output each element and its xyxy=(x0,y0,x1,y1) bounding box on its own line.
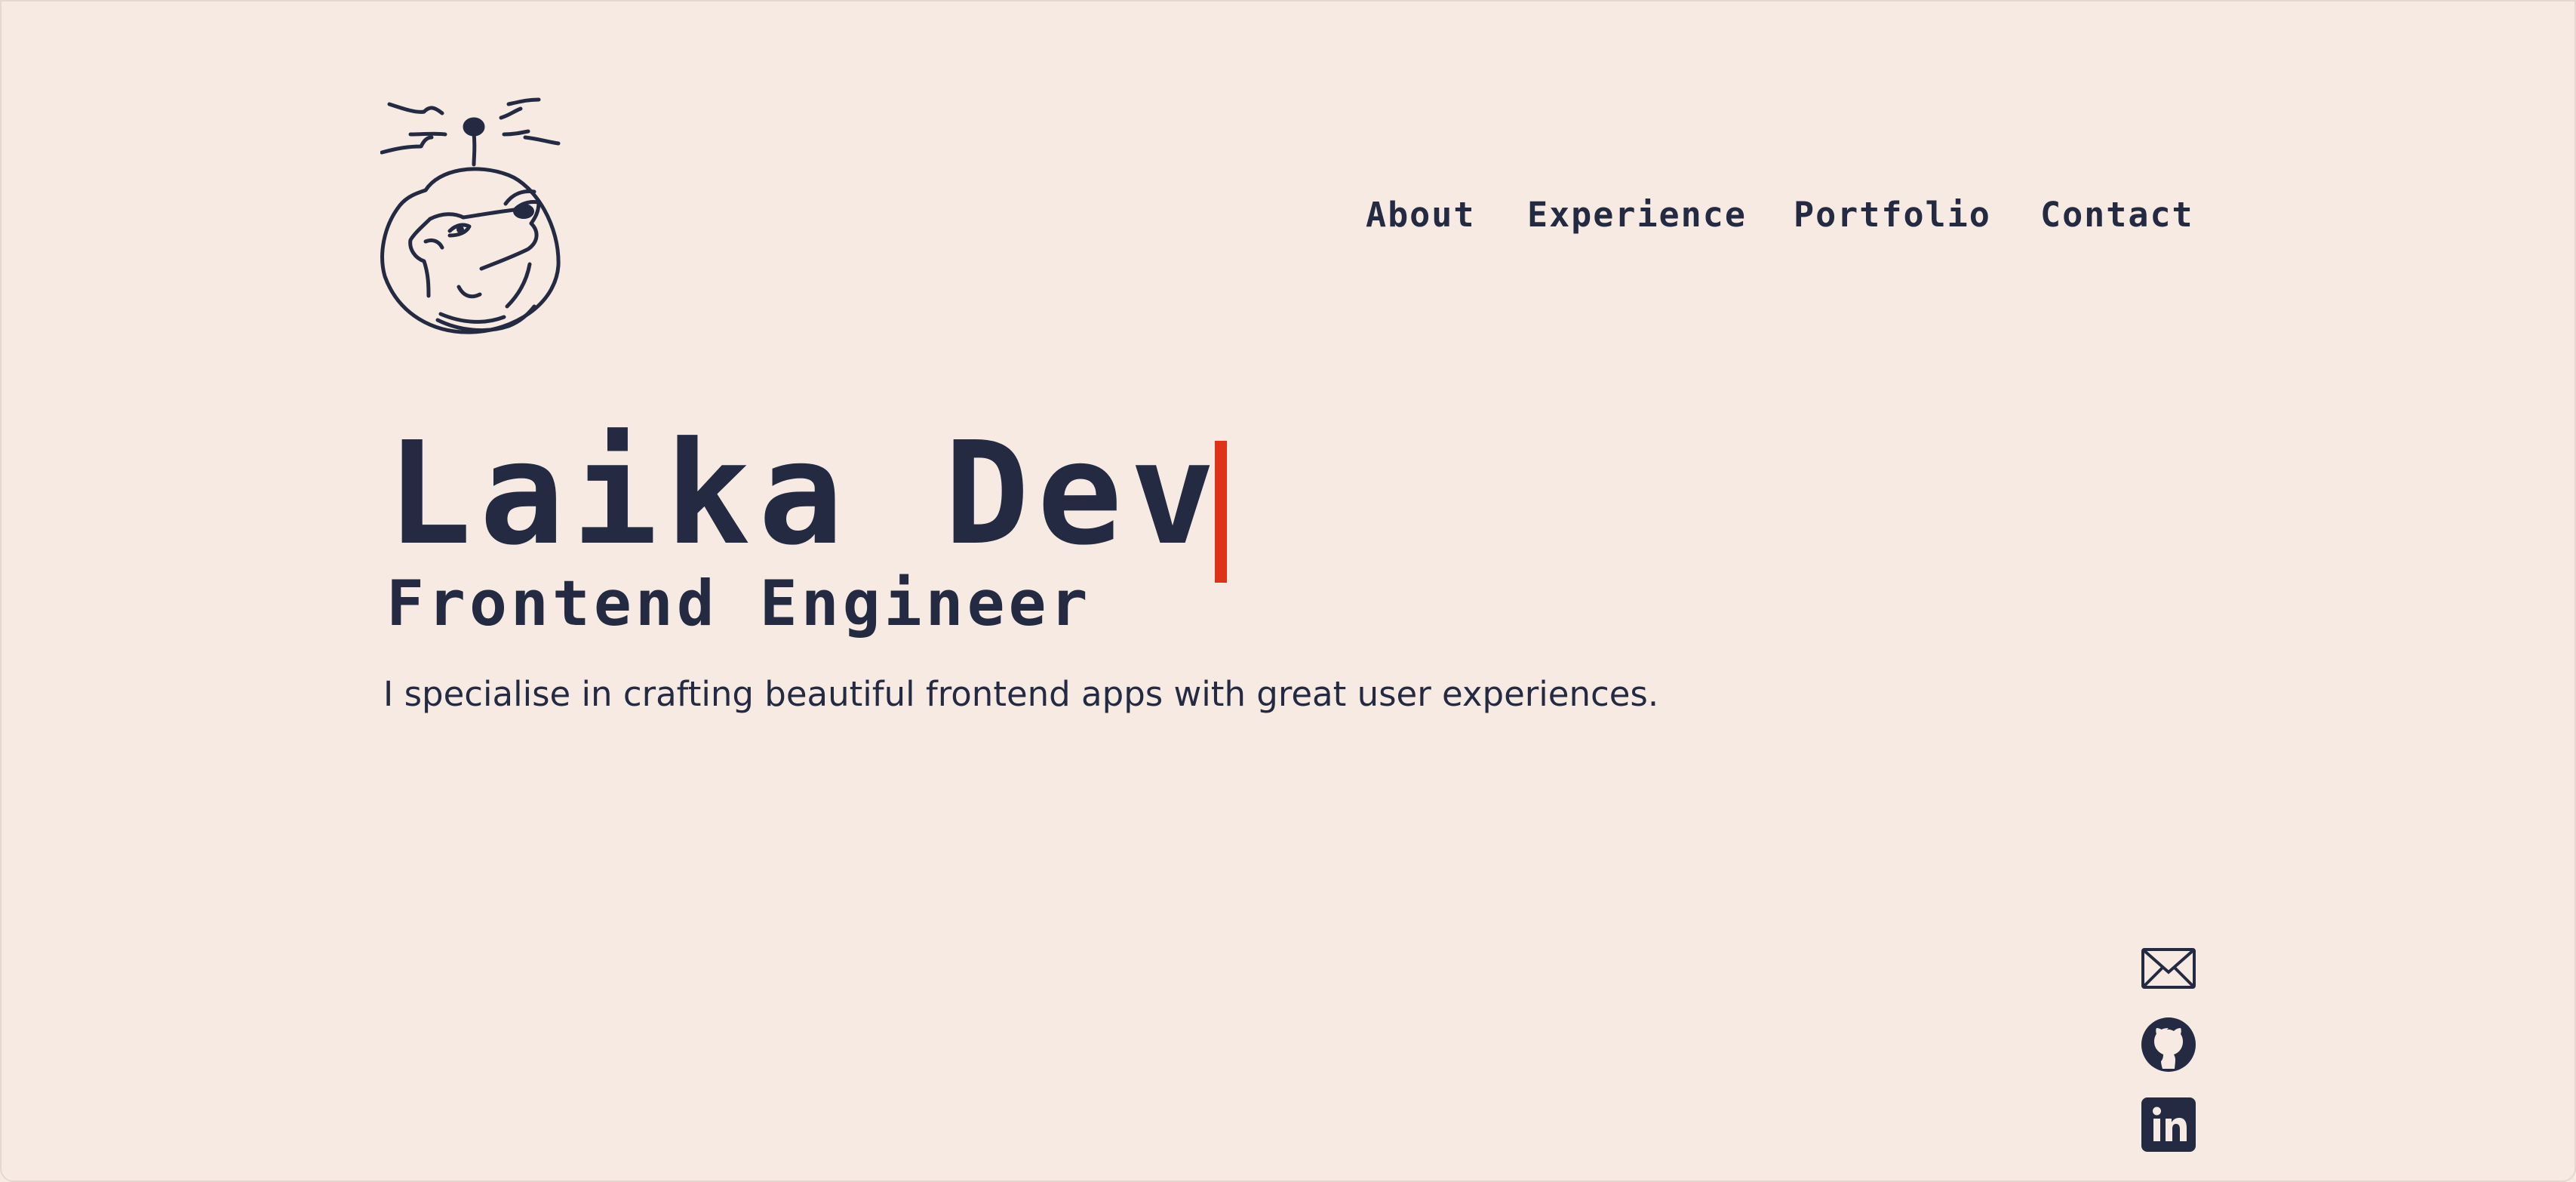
hero-description: I specialise in crafting beautiful front… xyxy=(383,674,1659,714)
email-link[interactable] xyxy=(2140,942,2197,999)
main-nav: About Experience Portfolio Contact xyxy=(1366,189,2196,242)
space-dog-logo-icon xyxy=(380,97,561,334)
github-link[interactable] xyxy=(2140,1016,2197,1073)
nav-link-about[interactable]: About xyxy=(1366,189,1475,242)
linkedin-icon xyxy=(2141,1097,2196,1152)
linkedin-link[interactable] xyxy=(2140,1096,2197,1153)
social-links xyxy=(2140,942,2197,1153)
github-icon xyxy=(2141,1017,2196,1072)
typing-cursor xyxy=(1215,441,1227,583)
nav-link-experience[interactable]: Experience xyxy=(1527,189,1747,242)
nav-link-portfolio[interactable]: Portfolio xyxy=(1794,189,1991,242)
site-logo-link[interactable] xyxy=(380,91,575,347)
nav-link-contact[interactable]: Contact xyxy=(2040,189,2194,242)
hero-name: Laika Dev xyxy=(386,411,1223,577)
mail-icon xyxy=(2141,948,2196,989)
hero-role: Frontend Engineer xyxy=(386,567,1092,640)
